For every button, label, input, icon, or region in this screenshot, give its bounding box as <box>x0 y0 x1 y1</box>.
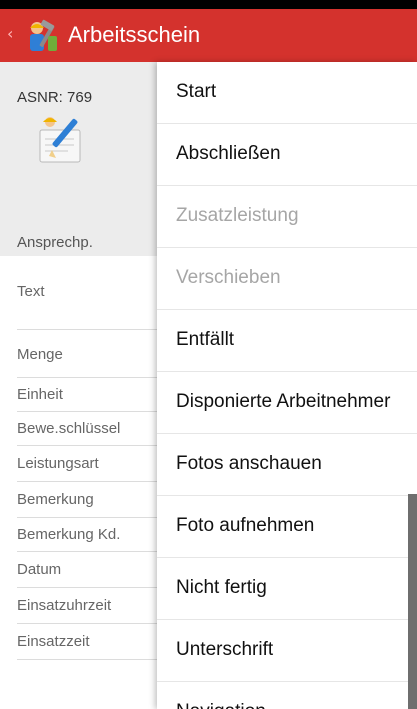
overflow-menu: Start Abschließen Zusatzleistung Verschi… <box>157 62 417 709</box>
document-pencil-icon <box>39 117 81 163</box>
field-label: Bemerkung Kd. <box>17 526 121 543</box>
menu-item-foto-aufnehmen[interactable]: Foto aufnehmen <box>157 496 417 558</box>
menu-item-label: Entfällt <box>176 329 235 350</box>
menu-item-label: Abschließen <box>176 143 281 164</box>
contact-label: Ansprechp. <box>17 234 93 251</box>
worker-tools-logo-icon[interactable] <box>24 19 60 55</box>
field-label: Datum <box>17 561 62 578</box>
menu-item-unterschrift[interactable]: Unterschrift <box>157 620 417 682</box>
menu-item-label: Nicht fertig <box>176 577 267 598</box>
asnr-label: ASNR: 769 <box>17 89 93 106</box>
field-label: Text <box>17 283 45 300</box>
menu-item-start[interactable]: Start <box>157 62 417 124</box>
field-label: Einheit <box>17 386 63 403</box>
field-label: Bemerkung <box>17 491 94 508</box>
menu-item-entfaellt[interactable]: Entfällt <box>157 310 417 372</box>
app-bar: ‹ Arbeitsschein <box>0 9 417 62</box>
menu-item-label: Disponierte Arbeitnehmer <box>176 391 391 412</box>
menu-item-fotos-anschauen[interactable]: Fotos anschauen <box>157 434 417 496</box>
menu-item-verschieben: Verschieben <box>157 248 417 310</box>
menu-item-label: Fotos anschauen <box>176 453 322 474</box>
menu-item-abschliessen[interactable]: Abschließen <box>157 124 417 186</box>
menu-item-nicht-fertig[interactable]: Nicht fertig <box>157 558 417 620</box>
menu-item-label: Navigation <box>176 700 266 709</box>
field-label: Menge <box>17 346 63 363</box>
app-title: Arbeitsschein <box>68 22 201 47</box>
menu-scrollbar[interactable] <box>408 494 417 709</box>
menu-item-label: Verschieben <box>176 267 281 288</box>
field-label: Leistungsart <box>17 455 99 472</box>
back-arrow-icon[interactable]: ‹ <box>7 24 13 44</box>
menu-item-navigation[interactable]: Navigation <box>157 682 417 709</box>
field-label: Einsatzzeit <box>17 633 90 650</box>
menu-item-disponierte-arbeitnehmer[interactable]: Disponierte Arbeitnehmer <box>157 372 417 434</box>
menu-item-label: Start <box>176 81 217 102</box>
field-label: Einsatzuhrzeit <box>17 597 112 614</box>
field-label: Bewe.schlüssel <box>17 420 121 437</box>
menu-item-label: Foto aufnehmen <box>176 515 315 536</box>
status-bar <box>0 0 417 9</box>
menu-item-label: Zusatzleistung <box>176 205 299 226</box>
menu-item-label: Unterschrift <box>176 639 274 660</box>
menu-item-zusatzleistung: Zusatzleistung <box>157 186 417 248</box>
